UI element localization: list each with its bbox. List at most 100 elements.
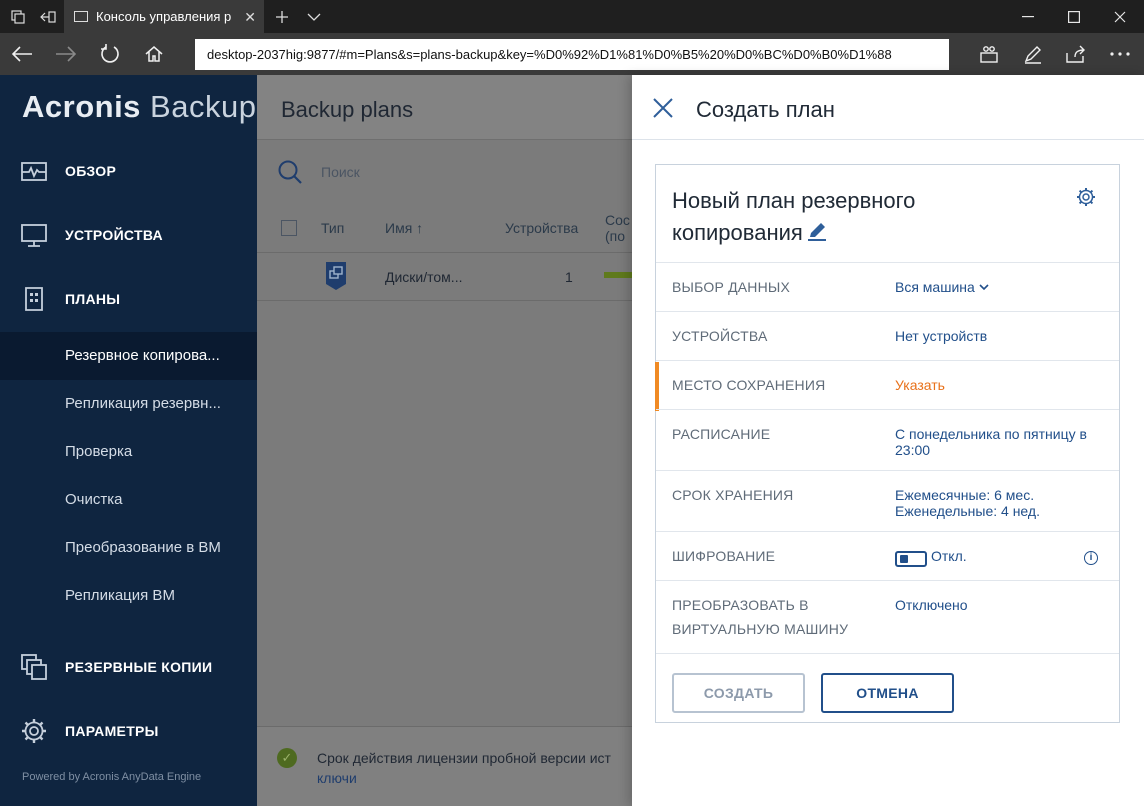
sidebar-item-settings[interactable]: ПАРАМЕТРЫ xyxy=(0,707,257,755)
tab-title: Консоль управления р xyxy=(96,9,232,24)
column-header-name[interactable]: Имя ↑ xyxy=(385,220,423,236)
retention-label: СРОК ХРАНЕНИЯ xyxy=(672,487,794,503)
column-header-type[interactable]: Тип xyxy=(321,220,344,236)
divider xyxy=(656,531,1119,532)
browser-nav-bar: desktop-2037hig:9877/#m=Plans&s=plans-ba… xyxy=(0,33,1144,75)
divider xyxy=(656,262,1119,263)
drawer-title: Создать план xyxy=(696,97,835,122)
data-selection-label: ВЫБОР ДАННЫХ xyxy=(672,279,791,295)
sidebar-item-devices[interactable]: УСТРОЙСТВА xyxy=(0,211,257,259)
toggle-knob xyxy=(900,555,908,563)
browser-tab[interactable]: Консоль управления р ✕ xyxy=(64,0,264,33)
divider xyxy=(656,311,1119,312)
app-logo: Acronis Backup xyxy=(22,89,257,124)
data-selection-value[interactable]: Вся машина xyxy=(895,279,1110,295)
required-marker xyxy=(655,362,659,411)
sidebar-subitem-convert-vm[interactable]: Преобразование в ВМ xyxy=(0,524,257,572)
sidebar-item-label: УСТРОЙСТВА xyxy=(65,227,163,243)
license-text: Срок действия лицензии пробной версии ис… xyxy=(317,750,611,766)
destination-label: МЕСТО СОХРАНЕНИЯ xyxy=(672,377,826,393)
destination-value[interactable]: Указать xyxy=(895,377,1110,393)
plan-devices-cell: 1 xyxy=(565,269,573,285)
powered-by: Powered by Acronis AnyData Engine xyxy=(22,771,202,783)
plan-name: Новый план резервного копирования xyxy=(672,188,916,245)
devices-value[interactable]: Нет устройств xyxy=(895,328,1110,344)
info-icon[interactable]: i xyxy=(1084,551,1098,565)
plan-card: Новый план резервного копирования ВЫБОР … xyxy=(655,164,1120,723)
column-header-devices[interactable]: Устройства xyxy=(505,220,578,236)
divider xyxy=(656,653,1119,654)
more-icon[interactable] xyxy=(1098,33,1142,75)
status-progress-bar xyxy=(604,272,632,278)
gear-icon[interactable] xyxy=(1076,187,1096,207)
gear-icon xyxy=(22,719,46,743)
sidebar-item-label: РЕЗЕРВНЫЕ КОПИИ xyxy=(65,659,213,675)
home-icon[interactable] xyxy=(132,33,176,75)
encryption-value: Откл. xyxy=(931,548,967,564)
set-aside-tabs-icon[interactable] xyxy=(32,0,64,33)
column-header-status-2: (по xyxy=(605,228,626,244)
page-icon xyxy=(74,11,88,22)
sidebar-subitem-backup-replication[interactable]: Репликация резервн... xyxy=(0,380,257,428)
devices-label: УСТРОЙСТВА xyxy=(672,328,768,344)
sidebar-item-plans[interactable]: ПЛАНЫ xyxy=(0,275,257,323)
create-plan-drawer: Создать план Новый план резервного копир… xyxy=(632,75,1144,806)
sidebar-item-backups[interactable]: РЕЗЕРВНЫЕ КОПИИ xyxy=(0,643,257,691)
refresh-icon[interactable] xyxy=(88,33,132,75)
new-tab-icon[interactable] xyxy=(266,0,298,33)
sidebar-item-label: ОБЗОР xyxy=(65,163,117,179)
cancel-button[interactable]: ОТМЕНА xyxy=(821,673,954,713)
sidebar-subitem-vm-replication[interactable]: Репликация ВМ xyxy=(0,572,257,620)
page-title: Backup plans xyxy=(281,97,414,122)
plans-icon xyxy=(25,287,43,311)
schedule-label: РАСПИСАНИЕ xyxy=(672,426,771,442)
convert-vm-value[interactable]: Отключено xyxy=(895,597,1110,613)
divider xyxy=(656,580,1119,581)
app-sidebar: Acronis Backup ОБЗОР УСТРОЙСТВА ПЛАНЫ Ре… xyxy=(0,75,257,806)
back-icon[interactable] xyxy=(0,33,44,75)
pen-icon[interactable] xyxy=(1011,33,1055,75)
share-icon[interactable] xyxy=(1054,33,1098,75)
select-all-checkbox[interactable] xyxy=(281,220,297,236)
chevron-down-icon xyxy=(979,284,989,291)
retention-value[interactable]: Ежемесячные: 6 мес. Еженедельные: 4 нед. xyxy=(895,487,1110,519)
encryption-label: ШИФРОВАНИЕ xyxy=(672,548,776,564)
search-icon[interactable] xyxy=(277,159,303,185)
tab-list-icon[interactable] xyxy=(2,0,34,33)
dashboard-icon xyxy=(21,162,47,181)
address-bar[interactable]: desktop-2037hig:9877/#m=Plans&s=plans-ba… xyxy=(195,39,949,70)
divider xyxy=(656,360,1119,361)
sidebar-item-overview[interactable]: ОБЗОР xyxy=(0,147,257,195)
retention-monthly: Ежемесячные: 6 мес. xyxy=(895,487,1035,503)
divider xyxy=(656,409,1119,410)
divider xyxy=(656,470,1119,471)
sidebar-item-label: ПАРАМЕТРЫ xyxy=(65,723,159,739)
search-input[interactable]: Поиск xyxy=(321,164,360,180)
sidebar-subitem-backup[interactable]: Резервное копирова... xyxy=(0,332,257,380)
close-window-icon[interactable] xyxy=(1097,0,1143,33)
forward-icon[interactable] xyxy=(44,33,88,75)
reading-view-icon[interactable] xyxy=(967,33,1011,75)
plan-name-cell[interactable]: Диски/том... xyxy=(385,269,462,285)
encryption-toggle[interactable] xyxy=(895,551,927,567)
create-button[interactable]: СОЗДАТЬ xyxy=(672,673,805,713)
pencil-icon[interactable] xyxy=(807,222,827,242)
sidebar-subitem-validation[interactable]: Проверка xyxy=(0,428,257,476)
sidebar-subitem-cleanup[interactable]: Очистка xyxy=(0,476,257,524)
column-header-status[interactable]: Сос xyxy=(605,212,630,228)
minimize-icon[interactable] xyxy=(1005,0,1051,33)
close-icon[interactable] xyxy=(652,97,674,119)
schedule-value[interactable]: С понедельника по пятницу в 23:00 xyxy=(895,426,1110,458)
maximize-icon[interactable] xyxy=(1051,0,1097,33)
backup-plan-icon xyxy=(326,262,346,290)
convert-vm-label: ПРЕОБРАЗОВАТЬ В ВИРТУАЛЬНУЮ МАШИНУ xyxy=(672,597,849,637)
sidebar-item-label: ПЛАНЫ xyxy=(65,291,121,307)
backups-icon xyxy=(21,654,47,680)
browser-tab-bar: Консоль управления р ✕ xyxy=(0,0,1144,33)
checkmark-icon: ✓ xyxy=(277,748,297,768)
monitor-icon xyxy=(21,224,47,247)
chevron-down-icon[interactable] xyxy=(298,0,330,33)
close-tab-icon[interactable]: ✕ xyxy=(244,9,256,26)
license-keys-link[interactable]: ключи xyxy=(317,770,357,786)
drawer-header: Создать план xyxy=(632,75,1144,140)
